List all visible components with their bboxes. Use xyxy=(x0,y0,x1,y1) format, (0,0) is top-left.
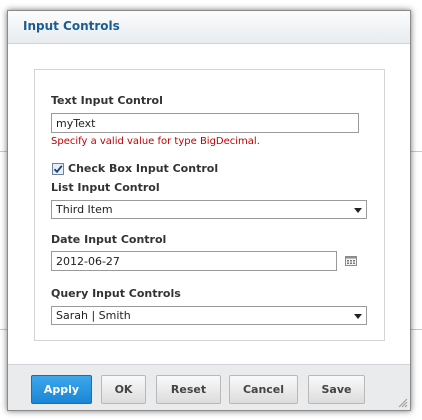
apply-button[interactable]: Apply xyxy=(31,375,92,404)
dialog-titlebar[interactable]: Input Controls xyxy=(8,11,410,44)
input-controls-dialog: Input Controls Text Input Control Specif… xyxy=(7,10,411,411)
query-input-controls-label: Query Input Controls xyxy=(51,287,181,300)
reset-button[interactable]: Reset xyxy=(156,375,221,404)
text-input-field[interactable] xyxy=(51,113,359,133)
check-box-input-control-label[interactable]: Check Box Input Control xyxy=(68,162,218,175)
background-divider-right xyxy=(410,151,422,152)
checkmark-icon xyxy=(53,165,63,174)
dialog-title: Input Controls xyxy=(23,19,120,33)
input-controls-panel: Text Input Control Specify a valid value… xyxy=(34,69,385,341)
cancel-button[interactable]: Cancel xyxy=(229,375,298,404)
ok-button[interactable]: OK xyxy=(101,375,146,404)
resize-grip-icon[interactable] xyxy=(398,398,408,408)
date-input-control-label: Date Input Control xyxy=(51,233,167,246)
list-selected-value: Third Item xyxy=(56,203,113,216)
validation-error-message: Specify a valid value for type BigDecima… xyxy=(51,136,260,147)
list-input-control-label: List Input Control xyxy=(51,181,160,194)
dialog-footer: Apply OK Reset Cancel Save xyxy=(8,364,410,410)
dropdown-arrow-icon xyxy=(354,208,362,213)
calendar-icon[interactable] xyxy=(345,256,357,266)
date-input-field[interactable] xyxy=(51,251,337,271)
save-button[interactable]: Save xyxy=(308,375,365,404)
list-input-select[interactable]: Third Item xyxy=(51,200,367,219)
query-selected-value: Sarah | Smith xyxy=(56,309,131,322)
text-input-control-label: Text Input Control xyxy=(51,94,163,107)
dropdown-arrow-icon xyxy=(354,314,362,319)
check-box-input[interactable] xyxy=(52,163,64,175)
background-divider-right-lower xyxy=(410,329,422,330)
query-input-select[interactable]: Sarah | Smith xyxy=(51,306,367,325)
